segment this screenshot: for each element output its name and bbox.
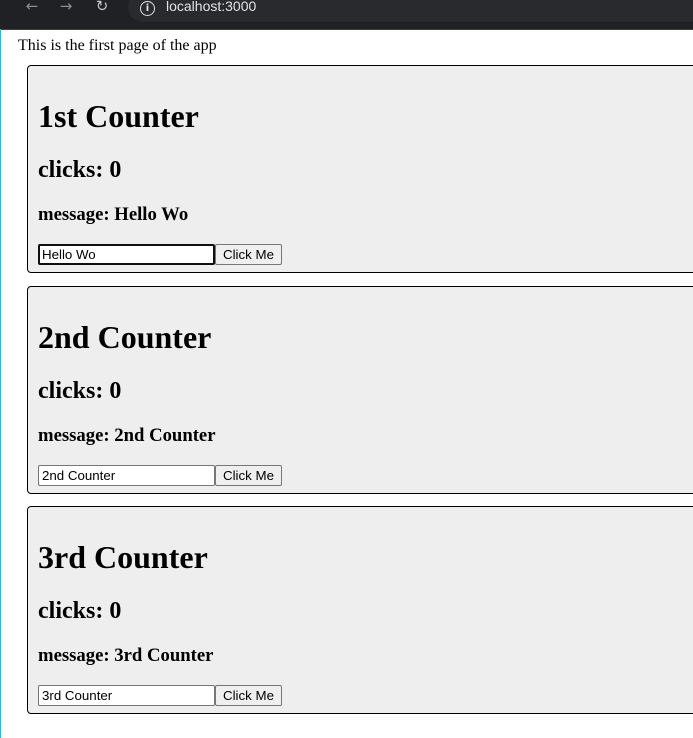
reload-icon[interactable]: ↻ xyxy=(93,0,111,14)
page-intro-text: This is the first page of the app xyxy=(18,37,217,54)
clicks-count: clicks: 0 xyxy=(38,378,122,404)
window-edge xyxy=(0,29,1,738)
counter-title: 2nd Counter xyxy=(38,319,212,355)
back-arrow-icon[interactable]: ← xyxy=(23,0,41,14)
message-input[interactable] xyxy=(38,685,215,706)
counter-card-3: 3rd Counter clicks: 0 message: 3rd Count… xyxy=(27,506,693,714)
message-text: message: Hello Wo xyxy=(38,204,189,225)
clicks-count: clicks: 0 xyxy=(38,598,122,624)
clicks-count: clicks: 0 xyxy=(38,157,122,183)
address-bar[interactable]: i localhost:3000 xyxy=(128,0,693,22)
counter-title: 1st Counter xyxy=(38,98,199,134)
message-input[interactable] xyxy=(38,244,215,265)
click-me-button[interactable]: Click Me xyxy=(215,685,282,706)
address-url[interactable]: localhost:3000 xyxy=(166,0,256,15)
counter-title: 3rd Counter xyxy=(38,539,208,575)
message-text: message: 3rd Counter xyxy=(38,645,214,666)
site-info-icon[interactable]: i xyxy=(140,1,155,16)
counter-card-1: 1st Counter clicks: 0 message: Hello Wo … xyxy=(27,65,693,273)
click-me-button[interactable]: Click Me xyxy=(215,465,282,486)
click-me-button[interactable]: Click Me xyxy=(215,244,282,265)
message-text: message: 2nd Counter xyxy=(38,425,216,446)
forward-arrow-icon[interactable]: → xyxy=(57,0,75,14)
counter-card-2: 2nd Counter clicks: 0 message: 2nd Count… xyxy=(27,286,693,494)
message-input[interactable] xyxy=(38,465,215,486)
browser-toolbar: ← → ↻ i localhost:3000 xyxy=(0,0,693,30)
